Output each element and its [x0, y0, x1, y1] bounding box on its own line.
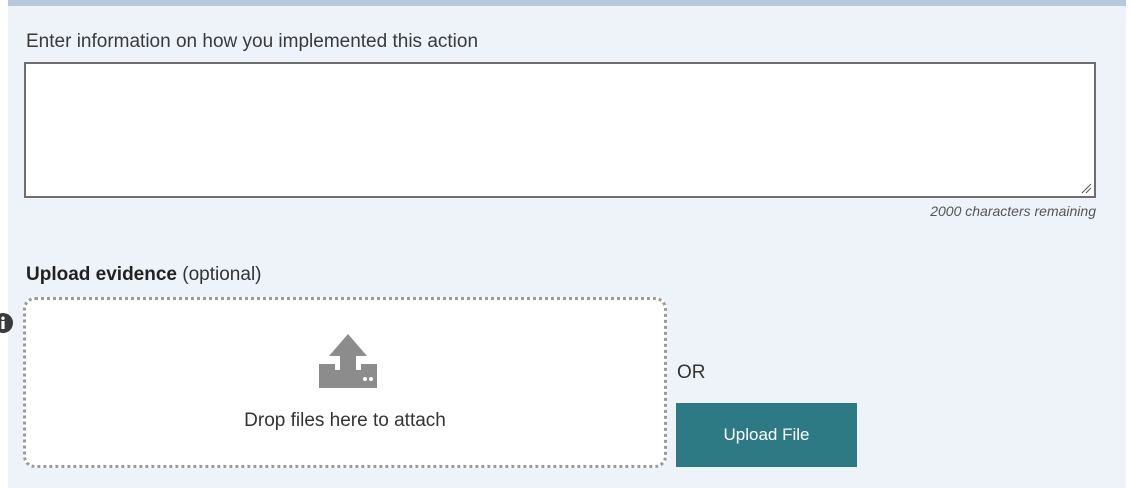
characters-remaining: 2000 characters remaining	[930, 203, 1096, 219]
info-icon[interactable]	[0, 312, 14, 334]
upload-optional-note: (optional)	[177, 264, 262, 285]
implementation-textarea[interactable]	[24, 62, 1096, 198]
resize-grip-icon[interactable]	[1080, 182, 1092, 194]
implementation-prompt-label: Enter information on how you implemented…	[26, 31, 479, 52]
file-dropzone[interactable]: Drop files here to attach	[23, 297, 667, 468]
upload-file-button[interactable]: Upload File	[676, 403, 857, 467]
upload-evidence-label: Upload evidence (optional)	[26, 264, 262, 286]
or-separator: OR	[677, 362, 706, 383]
upload-evidence-title: Upload evidence	[26, 264, 177, 285]
upload-icon	[319, 334, 377, 388]
drop-files-text: Drop files here to attach	[244, 410, 446, 431]
